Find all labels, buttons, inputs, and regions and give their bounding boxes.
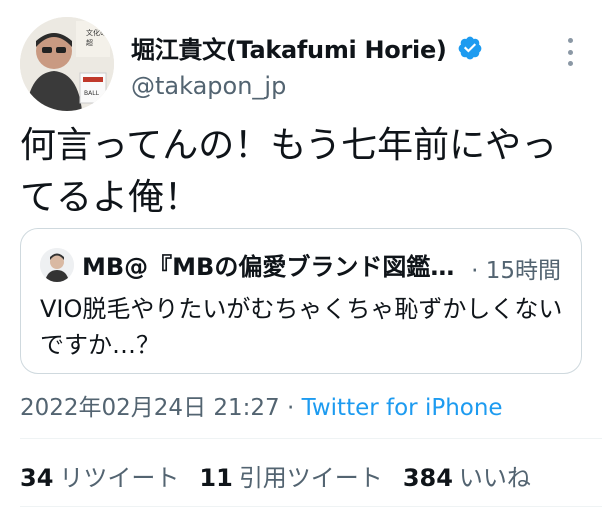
- retweets-label: リツイート: [59, 464, 180, 492]
- author-handle[interactable]: @takapon_jp: [131, 72, 286, 100]
- verified-badge-icon: [457, 35, 483, 61]
- tweet-timestamp[interactable]: 2022年02月24日 21:27: [20, 395, 280, 421]
- likes-count: 384: [402, 464, 453, 492]
- retweets-count: 34: [20, 464, 54, 492]
- quote-tweets-stat[interactable]: 11 引用ツイート: [199, 458, 382, 493]
- quoted-author-name: MB@『MBの偏愛ブランド図鑑…: [82, 253, 455, 281]
- quoted-author-avatar: [40, 247, 74, 282]
- svg-text:超: 超: [86, 38, 93, 47]
- tweet-source-link[interactable]: Twitter for iPhone: [302, 395, 503, 421]
- quoted-tweet-text: VIO脱毛やりたいがむちゃくちゃ恥ずかしくないですか…？: [40, 295, 563, 359]
- author-name-row: 堀江貴文(Takafumi Horie): [131, 30, 483, 65]
- quote-tweets-count: 11: [199, 464, 233, 492]
- likes-stat[interactable]: 384 いいね: [403, 458, 531, 493]
- quoted-tweet[interactable]: MB@『MBの偏愛ブランド図鑑… · 15時間 VIO脱毛やりたいがむちゃくちゃ…: [20, 228, 582, 374]
- svg-text:BALL: BALL: [84, 90, 100, 97]
- meta-separator: ·: [279, 395, 302, 421]
- tweet-metadata: 2022年02月24日 21:27 · Twitter for iPhone: [20, 388, 503, 422]
- more-options-icon[interactable]: [560, 38, 580, 66]
- author-avatar[interactable]: 文化の 超 BALL: [20, 17, 114, 111]
- quoted-tweet-time: · 15時間: [471, 258, 561, 284]
- author-display-name[interactable]: 堀江貴文(Takafumi Horie): [131, 30, 447, 65]
- divider: [20, 506, 602, 507]
- likes-label: いいね: [458, 464, 531, 492]
- tweet-stats: 34 リツイート 11 引用ツイート 384 いいね: [20, 458, 551, 493]
- quote-tweets-label: 引用ツイート: [238, 464, 383, 492]
- retweets-stat[interactable]: 34 リツイート: [20, 458, 179, 493]
- svg-text:文化の: 文化の: [86, 28, 107, 37]
- author-avatar-image: 文化の 超 BALL: [20, 17, 114, 111]
- quoted-tweet-header: MB@『MBの偏愛ブランド図鑑…: [40, 247, 454, 282]
- tweet-text: 何言ってんの！もう七年前にやってるよ俺！: [20, 125, 558, 218]
- divider: [20, 438, 602, 439]
